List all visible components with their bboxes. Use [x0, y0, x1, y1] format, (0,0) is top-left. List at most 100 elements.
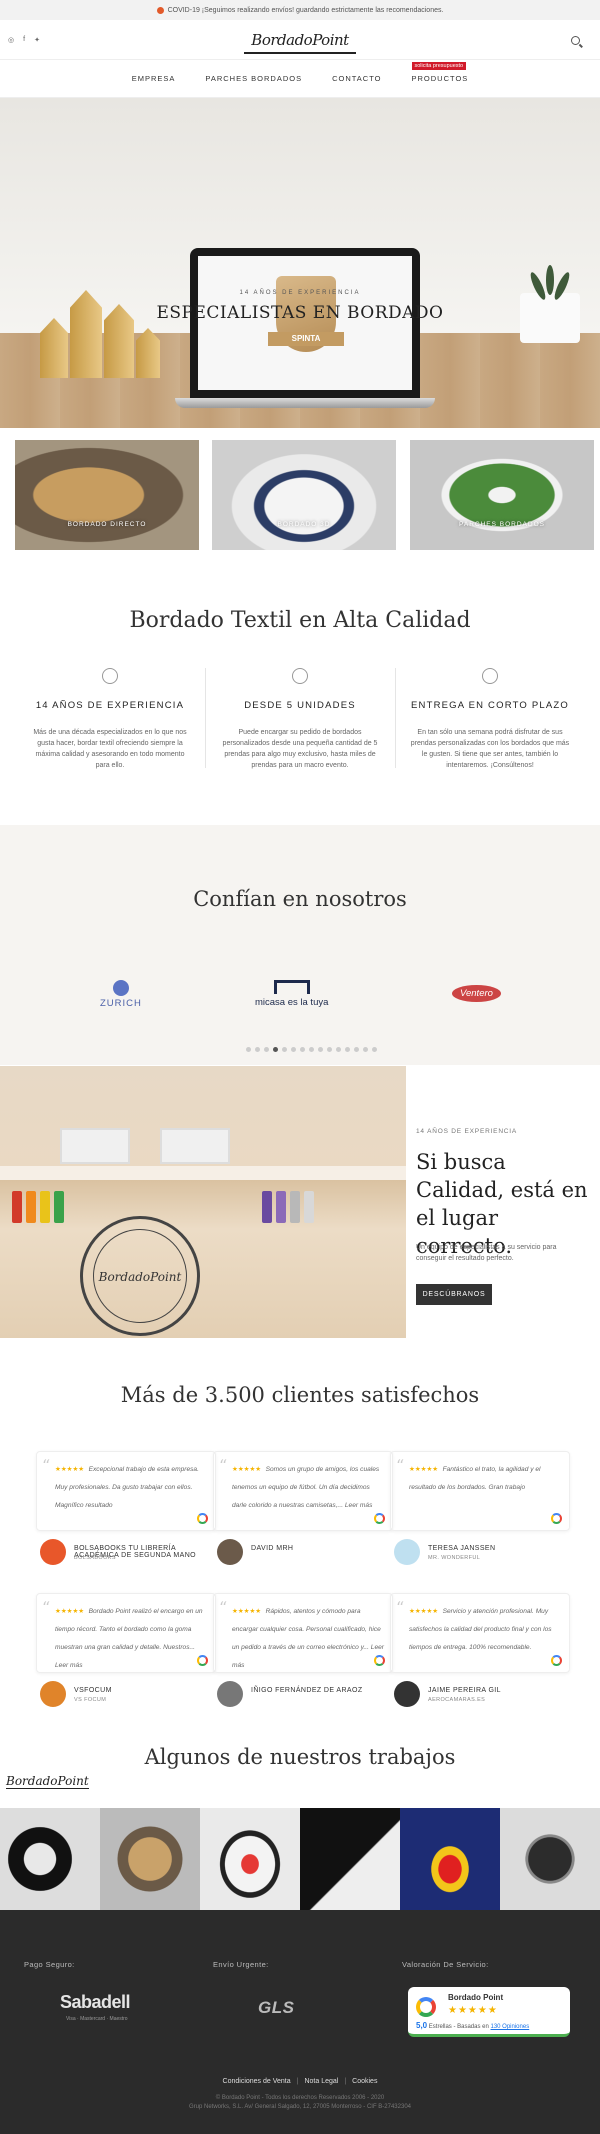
badge-band: SPINTA: [268, 332, 344, 346]
twitter-icon[interactable]: ✦: [34, 36, 40, 44]
facebook-icon[interactable]: f: [23, 36, 25, 44]
author-company: AEROCAMARAS.ES: [428, 1697, 486, 1703]
author-name: TERESA JANSSEN: [428, 1545, 496, 1552]
review-card: “★★★★★ Somos un grupo de amigos, los cua…: [213, 1451, 393, 1531]
site-footer: Pago Seguro: Envío Urgente: Valoración D…: [0, 1910, 600, 2134]
feature-title: 14 AÑOS DE EXPERIENCIA: [35, 700, 185, 711]
carousel-dot[interactable]: [345, 1047, 350, 1052]
carousel-dot[interactable]: [255, 1047, 260, 1052]
google-icon: [197, 1513, 208, 1524]
cookies-link[interactable]: Cookies: [352, 2078, 377, 2085]
carousel-dot[interactable]: [300, 1047, 305, 1052]
review-author: TERESA JANSSEN MR. WONDERFUL: [394, 1539, 574, 1569]
payment-label: Pago Seguro:: [24, 1960, 75, 1969]
site-logo[interactable]: BordadoPoint: [244, 28, 356, 54]
review-card: “ ★★★★★ Bordado Point realizó el encargo …: [36, 1593, 216, 1673]
author-name: JAIME PEREIRA GIL: [428, 1687, 501, 1694]
nav-item-contacto[interactable]: CONTACTO: [332, 74, 381, 83]
work-image[interactable]: [400, 1808, 500, 1910]
carousel-dot[interactable]: [273, 1047, 278, 1052]
review-card: “ ★★★★★ Rápidos, atentos y cómodo para en…: [213, 1593, 393, 1673]
feature-text: Puede encargar su pedido de bordados per…: [222, 729, 378, 769]
tile-label: BORDADO DIRECTO: [67, 521, 147, 528]
carousel-dots: [246, 1047, 377, 1052]
google-score: 5,0 Estrellas - Basadas en 130 Opiniones: [416, 2021, 529, 2030]
carousel-dot[interactable]: [354, 1047, 359, 1052]
rating-label: Valoración De Servicio:: [402, 1960, 489, 1969]
google-icon: [551, 1655, 562, 1666]
work-image[interactable]: [0, 1808, 100, 1910]
card-brands: Visa · Mastercard · Maestro: [66, 2016, 128, 2022]
laptop-base: [175, 398, 435, 408]
feature-title: DESDE 5 UNIDADES: [244, 700, 356, 711]
thread-spools: [262, 1191, 314, 1231]
main-nav: EMPRESA PARCHES BORDADOS CONTACTO solici…: [0, 60, 600, 98]
works-title: Algunos de nuestros trabajos: [144, 1745, 456, 1769]
carousel-dot[interactable]: [309, 1047, 314, 1052]
carousel-dot[interactable]: [372, 1047, 377, 1052]
carousel-dot[interactable]: [246, 1047, 251, 1052]
carousel-dot[interactable]: [264, 1047, 269, 1052]
discover-button[interactable]: DESCÚBRANOS: [416, 1284, 492, 1305]
search-icon[interactable]: [571, 36, 580, 45]
laptop: SPINTA: [190, 248, 420, 398]
counter: [0, 1166, 406, 1180]
nav-item-productos-label: PRODUCTOS: [411, 74, 469, 83]
score-value: 5,0: [416, 2021, 428, 2030]
hero-kicker: 14 AÑOS DE EXPERIENCIA: [239, 290, 361, 296]
work-image[interactable]: [200, 1808, 300, 1910]
author-company: BOLSABOOKS: [74, 1555, 116, 1561]
micasa-logo[interactable]: micasa es la tuya: [255, 980, 328, 1008]
terms-link[interactable]: Condiciones de Venta: [223, 2078, 291, 2085]
promo-kicker: 14 AÑOS DE EXPERIENCIA: [416, 1128, 518, 1135]
tile-parches-bordados[interactable]: PARCHES BORDADOS: [410, 440, 594, 550]
instagram-icon[interactable]: ◎: [8, 36, 14, 44]
review-text: Bordado Point realizó el encargo en un t…: [55, 1608, 203, 1669]
quote-badge[interactable]: solicita presupuesto: [411, 62, 467, 70]
review-stars: ★★★★★: [55, 1466, 85, 1473]
carousel-dot[interactable]: [291, 1047, 296, 1052]
tile-bordado-directo[interactable]: BORDADO DIRECTO: [15, 440, 199, 550]
site-header: ◎ f ✦ BordadoPoint: [0, 20, 600, 60]
carousel-dot[interactable]: [282, 1047, 287, 1052]
nav-item-productos[interactable]: solicita presupuesto PRODUCTOS: [411, 62, 469, 83]
review-text: Rápidos, atentos y cómodo para encargar …: [232, 1608, 384, 1669]
client-logo-text: micasa es la tuya: [255, 997, 329, 1008]
carousel-dot[interactable]: [336, 1047, 341, 1052]
review-author: IÑIGO FERNÁNDEZ DE ARAOZ: [217, 1681, 397, 1711]
zurich-icon: [112, 980, 129, 996]
tile-bordado-3d[interactable]: BORDADO 3D: [212, 440, 396, 550]
review-card: “★★★★★ Fantástico el trato, la agilidad …: [390, 1451, 570, 1531]
review-author: JAIME PEREIRA GIL AEROCAMARAS.ES: [394, 1681, 574, 1711]
work-image[interactable]: [100, 1808, 200, 1910]
review-author: VSFOCUM VS FOCUM: [40, 1681, 220, 1711]
quote-icon: “: [396, 1598, 405, 1617]
ventero-logo[interactable]: Ventero: [452, 985, 501, 1002]
work-image[interactable]: [300, 1808, 400, 1910]
carousel-dot[interactable]: [318, 1047, 323, 1052]
legal-link[interactable]: Nota Legal: [304, 2078, 338, 2085]
showroom-image: BordadoPoint: [0, 1066, 406, 1338]
review-card: “★★★★★ Excepcional trabajo de esta empre…: [36, 1451, 216, 1531]
google-rating-widget[interactable]: Bordado Point ★★★★★ 5,0 Estrellas - Basa…: [408, 1987, 570, 2037]
tile-label: BORDADO 3D: [277, 521, 331, 528]
carousel-dot[interactable]: [363, 1047, 368, 1052]
quote-icon: “: [219, 1598, 228, 1617]
review-stars: ★★★★★: [232, 1466, 262, 1473]
carousel-dot[interactable]: [327, 1047, 332, 1052]
company-info: Grup Networks, S.L. Av/ General Salgado,…: [188, 2104, 411, 2110]
zurich-logo[interactable]: ZURICH: [100, 980, 142, 1009]
author-name: VSFOCUM: [74, 1687, 112, 1694]
nav-item-parches-bordados[interactable]: PARCHES BORDADOS: [205, 74, 302, 83]
reviews-link[interactable]: 130 Opiniones: [491, 2024, 530, 2030]
avatar: [40, 1539, 66, 1565]
feature-text: En tan sólo una semana podrá disfrutar d…: [410, 729, 570, 769]
quote-icon: “: [42, 1456, 51, 1475]
nav-item-empresa[interactable]: EMPRESA: [132, 74, 176, 83]
announcement-text: COVID-19 ¡Seguimos realizando envíos! gu…: [167, 6, 444, 14]
client-logo-text: ZURICH: [100, 998, 142, 1009]
social-links: ◎ f ✦: [8, 36, 40, 44]
feature-experience: 14 AÑOS DE EXPERIENCIA Más de una década…: [15, 668, 205, 771]
work-image[interactable]: [500, 1808, 600, 1910]
shipping-label: Envío Urgente:: [213, 1960, 269, 1969]
